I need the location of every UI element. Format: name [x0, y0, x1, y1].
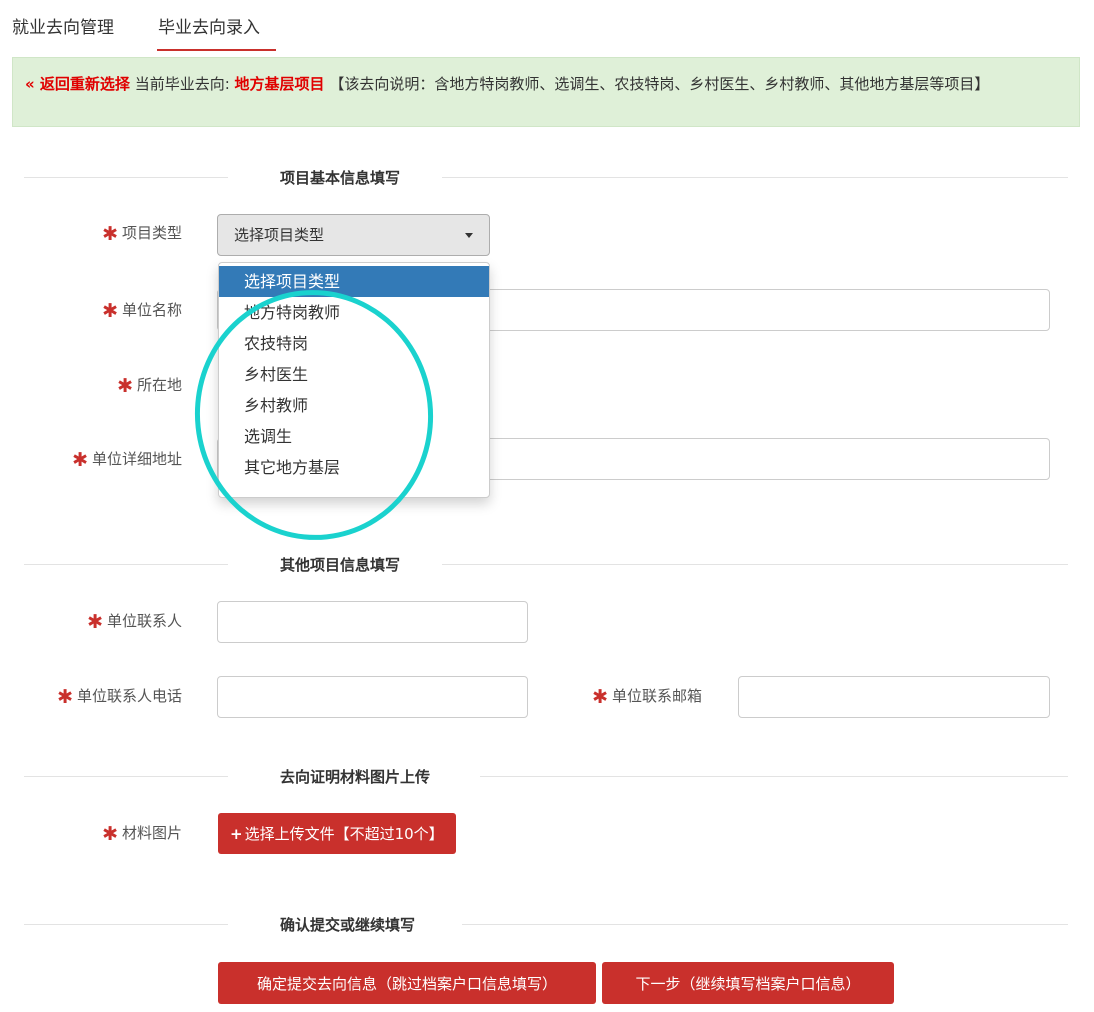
tab-graduation-entry[interactable]: 毕业去向录入	[158, 13, 260, 38]
contact-phone-label: ✱ 单位联系人电话	[57, 686, 182, 708]
project-type-dropdown: 选择项目类型 地方特岗教师 农技特岗 乡村医生 乡村教师 选调生 其它地方基层	[218, 262, 490, 498]
section-confirm: 确认提交或继续填写	[24, 914, 1068, 934]
info-alert: « 返回重新选择 当前毕业去向: 地方基层项目 【该去向说明：含地方特岗教师、选…	[12, 57, 1080, 127]
required-icon: ✱	[102, 300, 118, 322]
material-label: ✱ 材料图片	[102, 823, 182, 845]
divider	[442, 564, 1068, 565]
section-title: 去向证明材料图片上传	[280, 768, 431, 786]
required-icon: ✱	[117, 375, 133, 397]
contact-phone-input[interactable]	[217, 676, 528, 718]
location-label: ✱ 所在地	[117, 375, 182, 397]
divider	[24, 177, 228, 178]
unit-name-label: ✱ 单位名称	[102, 300, 182, 322]
contact-email-input[interactable]	[738, 676, 1050, 718]
nav-tabs: 就业去向管理 毕业去向录入	[0, 0, 1094, 52]
caret-down-icon	[465, 233, 473, 238]
dropdown-option[interactable]: 乡村医生	[219, 359, 489, 390]
plus-icon: +	[230, 825, 243, 843]
dropdown-option[interactable]: 地方特岗教师	[219, 297, 489, 328]
upload-file-button[interactable]: + 选择上传文件【不超过10个】	[218, 813, 456, 854]
divider	[480, 776, 1068, 777]
divider	[24, 924, 228, 925]
section-title: 其他项目信息填写	[280, 556, 401, 574]
required-icon: ✱	[57, 686, 73, 708]
dropdown-option[interactable]: 农技特岗	[219, 328, 489, 359]
contact-email-label: ✱ 单位联系邮箱	[592, 686, 702, 708]
divider	[442, 177, 1068, 178]
divider	[462, 924, 1068, 925]
section-upload: 去向证明材料图片上传	[24, 766, 1068, 786]
divider	[24, 776, 228, 777]
destination-description: 【该去向说明：含地方特岗教师、选调生、农技特岗、乡村医生、乡村教师、其他地方基层…	[329, 75, 990, 93]
divider	[24, 564, 228, 565]
current-destination-value: 地方基层项目	[234, 75, 325, 93]
required-icon: ✱	[102, 823, 118, 845]
submit-button[interactable]: 确定提交去向信息（跳过档案户口信息填写）	[218, 962, 596, 1004]
project-type-select[interactable]: 选择项目类型	[217, 214, 490, 256]
section-title: 确认提交或继续填写	[280, 916, 416, 934]
tab-employment-management[interactable]: 就业去向管理	[12, 13, 114, 38]
contact-input[interactable]	[217, 601, 528, 643]
section-title: 项目基本信息填写	[280, 169, 401, 187]
required-icon: ✱	[592, 686, 608, 708]
required-icon: ✱	[72, 449, 88, 471]
project-type-label: ✱ 项目类型	[102, 223, 182, 245]
project-type-selected: 选择项目类型	[234, 226, 325, 244]
required-icon: ✱	[87, 611, 103, 633]
dropdown-option[interactable]: 选调生	[219, 421, 489, 452]
current-destination-label: 当前毕业去向:	[134, 75, 230, 93]
next-step-button[interactable]: 下一步（继续填写档案户口信息）	[602, 962, 894, 1004]
active-tab-indicator	[157, 49, 276, 51]
dropdown-option[interactable]: 选择项目类型	[219, 266, 489, 297]
contact-label: ✱ 单位联系人	[87, 611, 182, 633]
dropdown-option[interactable]: 乡村教师	[219, 390, 489, 421]
dropdown-option[interactable]: 其它地方基层	[219, 452, 489, 483]
required-icon: ✱	[102, 223, 118, 245]
back-reselect-link[interactable]: « 返回重新选择	[25, 75, 130, 93]
section-other-info: 其他项目信息填写	[24, 554, 1068, 574]
unit-address-label: ✱ 单位详细地址	[72, 449, 182, 471]
section-basic-info: 项目基本信息填写	[24, 167, 1068, 187]
